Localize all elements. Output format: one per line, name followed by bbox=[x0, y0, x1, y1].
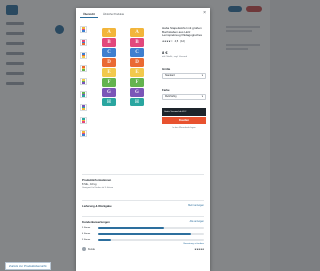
details-title: Produktinformationen bbox=[82, 178, 112, 182]
letter-cube: B bbox=[130, 37, 144, 47]
thumbnail[interactable] bbox=[80, 78, 87, 85]
rating-bar-label: 3 Sterne bbox=[82, 239, 91, 241]
promo-banner: Gratis Versand ab 49 € bbox=[162, 107, 206, 116]
details-sub: Geeignet für Kinder ab 3 Jahren bbox=[82, 187, 114, 189]
add-to-cart-button[interactable]: Kaufen bbox=[162, 116, 206, 124]
star-rating-icon: ★★★★☆ bbox=[162, 39, 173, 43]
thumbnail[interactable] bbox=[80, 39, 87, 46]
rating-bar-row[interactable]: 4 Sterne bbox=[82, 232, 204, 236]
chevron-down-icon: ▾ bbox=[201, 74, 203, 78]
divider bbox=[82, 200, 204, 201]
review-item: Kunde ★★★★★ bbox=[82, 247, 204, 251]
letter-cube: D bbox=[130, 57, 144, 67]
option1-label: Größe bbox=[162, 66, 171, 71]
rating-bars: 5 Sterne 4 Sterne 3 Sterne bbox=[82, 226, 204, 242]
letter-cube: F bbox=[102, 77, 116, 87]
letter-cube: C bbox=[130, 47, 144, 57]
option1-value: Standard bbox=[165, 74, 175, 78]
letter-cube: F bbox=[130, 77, 144, 87]
product-info: Haba Stapelwürfel mit großen Buchstaben … bbox=[162, 26, 206, 129]
letter-cube: C bbox=[102, 47, 116, 57]
cube-tower-left: ABCDEFGH bbox=[102, 28, 116, 108]
rating-bar-row[interactable]: 3 Sterne bbox=[82, 238, 204, 242]
chevron-down-icon: ▾ bbox=[201, 95, 203, 99]
letter-cube: B bbox=[102, 37, 116, 47]
divider bbox=[82, 216, 204, 217]
reviews-section: Kundenbewertungen Alle anzeigen 5 Sterne… bbox=[82, 220, 204, 251]
thumbnail[interactable] bbox=[80, 130, 87, 137]
delivery-section[interactable]: Lieferung & Rückgabe Mehr anzeigen bbox=[82, 204, 204, 208]
letter-cube: A bbox=[130, 28, 144, 37]
thumbnail[interactable] bbox=[80, 65, 87, 72]
rating-bar-track bbox=[98, 227, 204, 229]
product-image: ABCDEFGH ABCDEFGH bbox=[92, 22, 156, 172]
product-modal: × Übersicht Ähnliche Produkte ABCDEFGH A… bbox=[76, 8, 210, 271]
details-section: Produktinformationen 8 Stk., 10 kg Geeig… bbox=[82, 178, 204, 189]
modal-tabs: Übersicht Ähnliche Produkte bbox=[80, 12, 127, 18]
rating-value: 4,5 bbox=[174, 39, 179, 43]
rating-bar-track bbox=[98, 233, 204, 235]
letter-cube: H bbox=[102, 97, 116, 107]
write-review-link[interactable]: Bewertung schreiben bbox=[82, 243, 204, 245]
avatar bbox=[82, 247, 86, 251]
thumbnail[interactable] bbox=[80, 52, 87, 59]
rating-bar-fill bbox=[98, 239, 111, 241]
details-size: 8 Stk., 10 kg bbox=[82, 183, 97, 186]
reviews-title: Kundenbewertungen bbox=[82, 220, 110, 224]
cart-link[interactable]: In den Warenkorb legen bbox=[162, 127, 206, 129]
product-price: 8 € bbox=[162, 49, 168, 55]
thumbnail[interactable] bbox=[80, 117, 87, 124]
reviews-all-link[interactable]: Alle anzeigen bbox=[190, 220, 204, 224]
letter-cube: D bbox=[102, 57, 116, 67]
price-note: inkl. MwSt., zzgl. Versand bbox=[162, 55, 187, 58]
rating-bar-fill bbox=[98, 233, 192, 235]
delivery-title: Lieferung & Rückgabe bbox=[82, 204, 112, 208]
letter-cube: H bbox=[130, 97, 144, 107]
thumbnail-strip bbox=[80, 26, 88, 143]
thumbnail[interactable] bbox=[80, 91, 87, 98]
review-stars: ★★★★★ bbox=[194, 247, 204, 251]
letter-cube: E bbox=[102, 67, 116, 77]
close-icon[interactable]: × bbox=[203, 11, 206, 16]
rating-count: (12) bbox=[180, 39, 185, 43]
cube-tower-right: ABCDEFGH bbox=[130, 28, 144, 108]
divider bbox=[82, 174, 204, 175]
review-author: Kunde bbox=[88, 247, 95, 251]
letter-cube: E bbox=[130, 67, 144, 77]
thumbnail[interactable] bbox=[80, 26, 87, 33]
option2-value: Mehrfarbig bbox=[165, 95, 177, 99]
product-rating[interactable]: ★★★★☆ 4,5 (12) bbox=[162, 40, 206, 43]
rating-bar-fill bbox=[98, 227, 164, 229]
letter-cube: G bbox=[130, 87, 144, 97]
rating-bar-label: 4 Sterne bbox=[82, 233, 91, 235]
tab-similar-products[interactable]: Ähnliche Produkte bbox=[100, 12, 127, 18]
thumbnail[interactable] bbox=[80, 104, 87, 111]
product-title: Haba Stapelwürfel mit großen Buchstaben … bbox=[162, 26, 203, 38]
letter-cube: G bbox=[102, 87, 116, 97]
option2-select[interactable]: Mehrfarbig ▾ bbox=[162, 93, 206, 100]
letter-cube: A bbox=[102, 28, 116, 37]
tab-overview[interactable]: Übersicht bbox=[80, 12, 98, 18]
rating-bar-label: 5 Sterne bbox=[82, 227, 91, 229]
bottom-link[interactable]: Zurück zur Produktübersicht bbox=[5, 262, 51, 270]
rating-bar-track bbox=[98, 239, 204, 241]
delivery-more-link[interactable]: Mehr anzeigen bbox=[188, 204, 204, 208]
rating-bar-row[interactable]: 5 Sterne bbox=[82, 226, 204, 230]
option1-select[interactable]: Standard ▾ bbox=[162, 72, 206, 79]
option2-label: Farbe bbox=[162, 87, 170, 92]
